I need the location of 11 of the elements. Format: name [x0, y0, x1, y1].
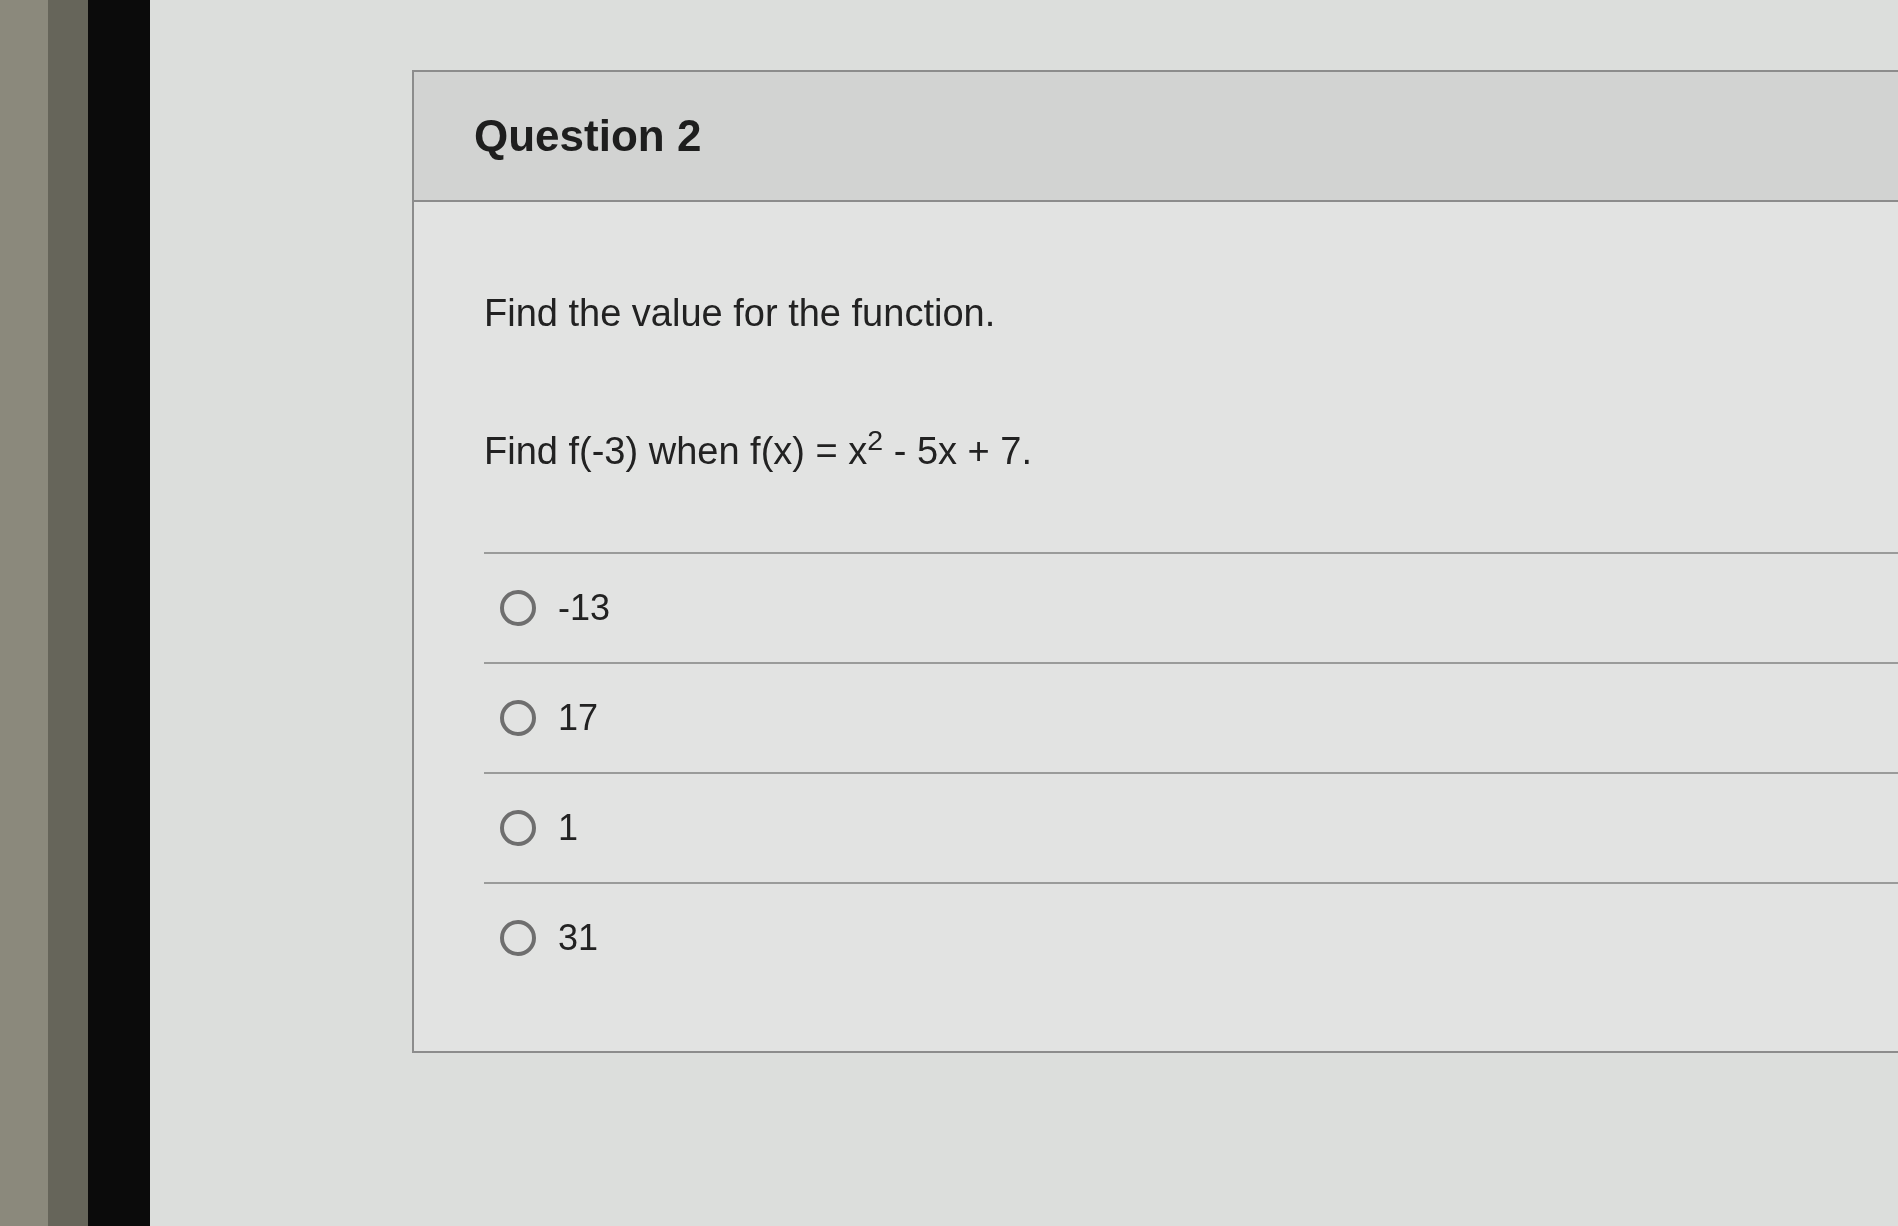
option-label[interactable]: 17: [558, 697, 599, 739]
radio-button[interactable]: [500, 700, 536, 736]
question-equation: Find f(-3) when f(x) = x$^{2}$ - 5x + 7.: [484, 428, 1033, 474]
radio-button[interactable]: [500, 590, 536, 626]
option-label[interactable]: 31: [558, 917, 599, 959]
option-label[interactable]: -13: [558, 587, 611, 629]
option-label[interactable]: 1: [558, 807, 579, 849]
question-title: Question 2: [474, 110, 702, 162]
radio-button[interactable]: [500, 810, 536, 846]
question-prompt: Find the value for the function.: [484, 291, 996, 336]
radio-button[interactable]: [500, 920, 536, 956]
